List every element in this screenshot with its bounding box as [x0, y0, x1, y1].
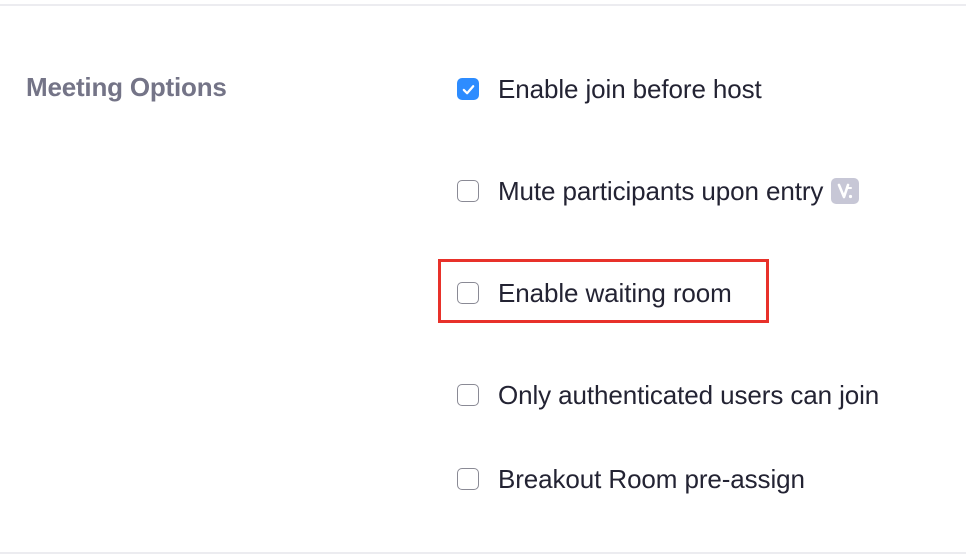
join-before-host-label: Enable join before host — [498, 74, 762, 105]
option-join-before-host: Enable join before host — [457, 72, 762, 106]
top-divider — [0, 4, 966, 6]
waiting-room-checkbox[interactable] — [457, 282, 479, 304]
option-authenticated-only: Only authenticated users can join — [457, 378, 879, 412]
checkmark-icon — [461, 82, 476, 97]
mute-upon-entry-label: Mute participants upon entry — [498, 176, 823, 207]
option-breakout-preassign: Breakout Room pre-assign — [457, 462, 805, 496]
authenticated-only-label: Only authenticated users can join — [498, 380, 879, 411]
bottom-divider — [0, 552, 966, 554]
section-title: Meeting Options — [26, 72, 227, 103]
breakout-preassign-label: Breakout Room pre-assign — [498, 464, 805, 495]
mute-upon-entry-checkbox[interactable] — [457, 180, 479, 202]
join-before-host-checkbox[interactable] — [457, 78, 479, 100]
v-badge-icon — [831, 178, 859, 204]
authenticated-only-checkbox[interactable] — [457, 384, 479, 406]
option-mute-upon-entry: Mute participants upon entry — [457, 174, 859, 208]
option-waiting-room: Enable waiting room — [457, 276, 732, 310]
waiting-room-label: Enable waiting room — [498, 278, 732, 309]
breakout-preassign-checkbox[interactable] — [457, 468, 479, 490]
